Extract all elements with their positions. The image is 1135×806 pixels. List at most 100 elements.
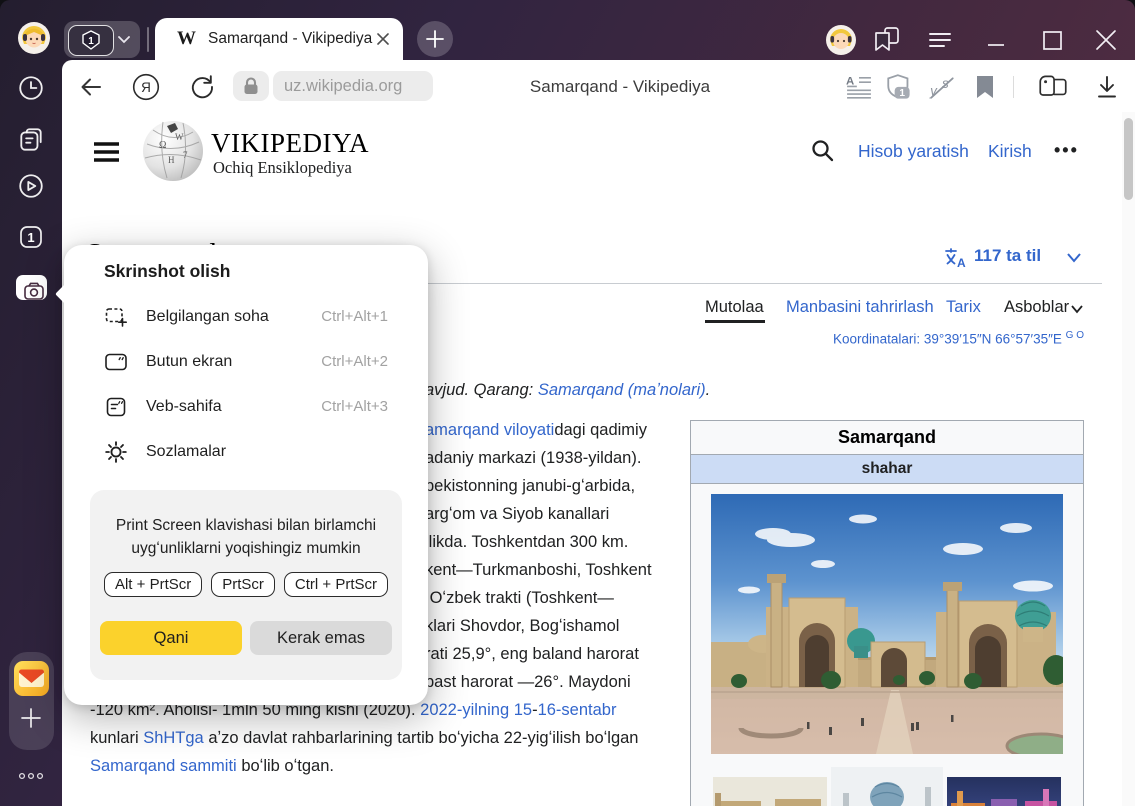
svg-text:H: H <box>168 155 175 165</box>
notifications-button[interactable] <box>872 24 902 56</box>
login-link[interactable]: Kirish <box>988 141 1032 162</box>
menu-button[interactable] <box>926 26 954 54</box>
chevron-down-icon[interactable] <box>1070 304 1084 314</box>
svg-text:1: 1 <box>88 36 94 47</box>
coordinates-line[interactable]: Koordinatalari: 39°39′15″N 66°57′35″E G … <box>700 330 1084 347</box>
bookmark-button[interactable] <box>974 74 996 100</box>
menu-item-label: Veb-sahifa <box>146 398 321 416</box>
collections-button[interactable] <box>1036 72 1070 102</box>
article-line: amarqand viloyatidagi qadimiy <box>425 416 647 444</box>
coordinates-sup-links[interactable]: G O <box>1066 330 1084 341</box>
tab-edit-source[interactable]: Manbasini tahrirlash <box>786 298 934 317</box>
article-line: bekistonning janubi-gʻarbida, <box>425 472 635 500</box>
menu-item-selected-area[interactable]: Belgilangan soha Ctrl+Alt+1 <box>64 294 428 339</box>
downloads-button[interactable] <box>1094 73 1120 101</box>
active-tab[interactable]: W Samarqand - Vikipediya <box>155 18 403 60</box>
svg-text:7: 7 <box>183 150 188 160</box>
close-button[interactable] <box>1090 24 1122 56</box>
tab-read[interactable]: Mutolaa <box>705 298 764 317</box>
registan-night-thumb[interactable] <box>947 777 1061 806</box>
web-page-icon <box>104 395 128 419</box>
sidebar-media-button[interactable] <box>17 172 45 200</box>
menu-item-shortcut: Ctrl+Alt+2 <box>321 353 388 370</box>
sidebar-more-button[interactable] <box>18 768 46 778</box>
wiki-menu-button[interactable] <box>93 141 121 163</box>
tab-history[interactable]: Tarix <box>946 298 981 317</box>
registan-day-thumb[interactable] <box>713 777 827 806</box>
article-text: avjud. Qarang: <box>425 381 538 399</box>
article-link[interactable]: 2022-yilning 15 <box>420 701 532 719</box>
ellipsis-icon <box>18 771 46 781</box>
menu-item-web-page[interactable]: Veb-sahifa Ctrl+Alt+3 <box>64 384 428 429</box>
maximize-button[interactable] <box>1036 24 1068 56</box>
user-avatar[interactable] <box>18 22 50 54</box>
protect-shield-button[interactable]: 1 <box>884 72 916 104</box>
article-line: llikda. Toshkentdan 300 km. <box>425 528 628 556</box>
article-link[interactable]: ShHTga <box>143 729 204 747</box>
play-circle-icon <box>17 172 45 200</box>
gur-emir-thumb[interactable] <box>831 767 943 806</box>
article-link[interactable]: amarqand viloyati <box>425 421 554 439</box>
chevron-down-icon[interactable] <box>116 34 132 46</box>
sidebar-articles-button[interactable] <box>17 126 45 154</box>
menu-item-full-screen[interactable]: Butun ekran Ctrl+Alt+2 <box>64 339 428 384</box>
gear-icon <box>104 440 128 464</box>
coordinates-value[interactable]: 39°39′15″N 66°57′35″E <box>924 332 1062 347</box>
tab-group-badge[interactable]: 1 <box>68 25 114 56</box>
site-security-button[interactable] <box>233 71 269 101</box>
yandex-mail-icon <box>13 660 50 697</box>
collections-icon <box>1036 72 1070 102</box>
shield-count-icon: 1 <box>80 29 102 51</box>
registan-photo[interactable] <box>711 494 1063 754</box>
article-line: Samarqand sammiti boʻlib oʻtgan. <box>90 752 334 780</box>
menu-item-settings[interactable]: Sozlamalar <box>64 429 428 474</box>
tab-tools[interactable]: Asboblar <box>1004 298 1069 317</box>
article-line: past harorat —26°. Maydoni <box>425 668 631 696</box>
scrollbar-track[interactable] <box>1122 112 1135 806</box>
search-icon <box>810 138 836 164</box>
enable-button[interactable]: Qani <box>100 621 242 655</box>
sidebar-history-button[interactable] <box>17 74 45 102</box>
sidebar-mail-app[interactable] <box>13 660 50 697</box>
back-button[interactable] <box>78 74 104 100</box>
documents-icon <box>17 126 45 154</box>
translate-off-button[interactable]: y s <box>928 75 956 101</box>
create-account-link[interactable]: Hisob yaratish <box>858 141 969 162</box>
dismiss-button[interactable]: Kerak emas <box>250 621 392 655</box>
full-screen-icon <box>104 350 128 374</box>
key-ctrl-prtscr: Ctrl + PrtScr <box>284 572 388 597</box>
article-link[interactable]: Samarqand (maʼnolari) <box>538 381 706 399</box>
bookmark-icon <box>974 74 996 100</box>
menu-item-label: Belgilangan soha <box>146 308 321 326</box>
wiki-wordmark[interactable]: VIKIPEDIYA <box>211 128 369 159</box>
wiki-more-button[interactable]: ••• <box>1054 140 1079 161</box>
profile-avatar[interactable] <box>826 25 856 55</box>
minimize-button[interactable] <box>980 24 1012 56</box>
article-text: klari Shovdor, Bogʻishamol <box>425 617 619 635</box>
wiki-search-button[interactable] <box>810 138 836 164</box>
article-line: kunlari ShHTga aʼzo davlat rahbarlarinin… <box>90 724 638 752</box>
avatar-girl-icon <box>18 22 50 54</box>
lock-icon <box>242 76 260 96</box>
article-link[interactable]: 16-sentabr <box>538 701 617 719</box>
sidebar-screenshot-button[interactable] <box>14 274 50 306</box>
bookmark-stack-icon <box>872 24 902 56</box>
tab-group-control[interactable]: 1 <box>64 21 140 58</box>
tab-close-icon[interactable] <box>372 28 391 50</box>
reload-button[interactable] <box>188 73 216 101</box>
language-selector[interactable]: A 117 ta til <box>944 245 1094 271</box>
sidebar-tabs-button[interactable]: 1 <box>18 224 44 250</box>
sidebar-add-app-button[interactable] <box>17 704 45 732</box>
article-line: Oʻzbek trakti (Toshkent— <box>425 584 614 612</box>
reader-mode-button[interactable]: A <box>846 74 872 100</box>
yandex-button[interactable]: Я <box>132 73 160 101</box>
article-text: dagi qadimiy <box>554 421 647 439</box>
infobox-image-wrap <box>691 484 1083 759</box>
wikipedia-globe-icon: ΩW H7 <box>141 118 205 184</box>
hint-line-1: Print Screen klavishasi bilan birlamchi <box>90 514 402 537</box>
scrollbar-thumb[interactable] <box>1124 118 1133 200</box>
wikipedia-logo[interactable]: ΩW H7 <box>141 118 205 184</box>
article-link[interactable]: Samarqand sammiti <box>90 757 237 775</box>
new-tab-button[interactable] <box>417 21 453 57</box>
menu-item-label: Sozlamalar <box>146 443 388 461</box>
